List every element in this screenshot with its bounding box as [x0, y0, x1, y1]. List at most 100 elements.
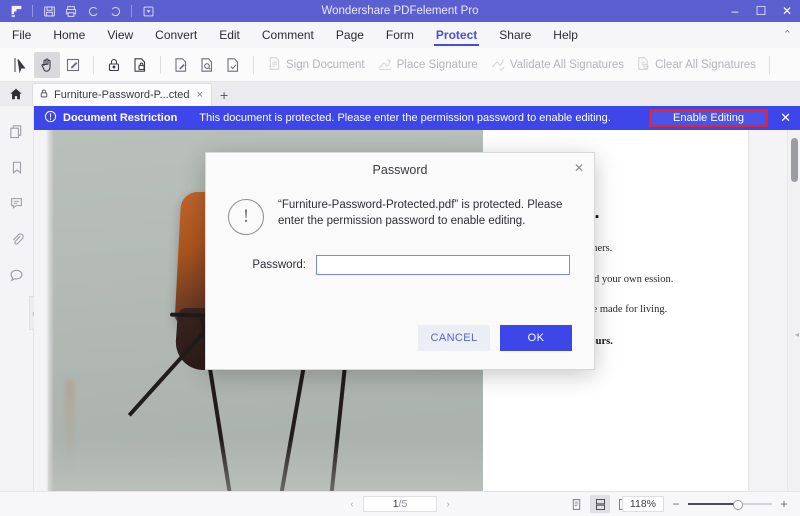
- bookmark-icon[interactable]: [6, 156, 28, 178]
- customize-quick-access-icon[interactable]: [138, 2, 158, 20]
- password-dialog-close-icon[interactable]: ✕: [574, 161, 584, 175]
- page-navigator: ‹ 1/5 ›: [345, 496, 455, 512]
- home-icon[interactable]: [0, 82, 32, 106]
- validate-all-signatures-button[interactable]: Validate All Signatures: [484, 52, 630, 78]
- restriction-title: Document Restriction: [63, 112, 177, 124]
- zoom-slider-fill: [688, 503, 736, 505]
- annotation-icon[interactable]: [6, 264, 28, 286]
- menu-item-file[interactable]: File: [0, 23, 42, 48]
- place-signature-button[interactable]: Place Signature: [371, 52, 484, 78]
- menu-item-help[interactable]: Help: [542, 23, 589, 48]
- zoom-slider-handle[interactable]: [733, 500, 743, 510]
- mark-redact-icon[interactable]: [168, 52, 194, 78]
- warning-exclamation-icon: !: [228, 199, 264, 235]
- password-input[interactable]: [316, 255, 570, 275]
- window-controls: – ☐ ✕: [722, 0, 800, 22]
- document-icon: [267, 56, 282, 74]
- edit-tool-icon[interactable]: [60, 52, 86, 78]
- quick-access-divider-1: [32, 5, 33, 17]
- photo-floor-shadow: [48, 438, 483, 492]
- page-number-field[interactable]: 1/5: [363, 496, 437, 512]
- zoom-slider[interactable]: [688, 498, 772, 510]
- menu-item-form[interactable]: Form: [375, 23, 425, 48]
- close-button[interactable]: ✕: [774, 0, 800, 22]
- redo-icon[interactable]: [105, 2, 125, 20]
- zoom-controls: 118% − +: [622, 496, 790, 512]
- validate-all-signatures-label: Validate All Signatures: [510, 59, 624, 71]
- title-bar: Wondershare PDFelement Pro – ☐ ✕: [0, 0, 800, 22]
- ok-button[interactable]: OK: [500, 325, 572, 351]
- undo-icon[interactable]: [83, 2, 103, 20]
- password-dialog-message: “Furniture-Password-Protected.pdf” is pr…: [278, 197, 574, 235]
- apply-redact-icon[interactable]: [220, 52, 246, 78]
- panel-collapse-arrow-icon[interactable]: ◂: [795, 330, 799, 339]
- clear-signature-icon: [636, 56, 651, 74]
- clear-all-signatures-label: Clear All Signatures: [655, 59, 756, 71]
- next-page-button[interactable]: ›: [441, 499, 455, 510]
- warning-circle-icon: [44, 110, 57, 126]
- collapse-ribbon-icon[interactable]: ⌃: [783, 28, 792, 41]
- print-icon[interactable]: [61, 2, 81, 20]
- maximize-button[interactable]: ☐: [748, 0, 774, 22]
- menu-item-comment[interactable]: Comment: [251, 23, 325, 48]
- clear-all-signatures-button[interactable]: Clear All Signatures: [630, 52, 762, 78]
- password-lock-icon[interactable]: [101, 52, 127, 78]
- minimize-button[interactable]: –: [722, 0, 748, 22]
- password-dialog: Password ✕ ! “Furniture-Password-Protect…: [205, 152, 595, 370]
- quick-access-divider-2: [131, 5, 132, 17]
- vertical-scrollbar[interactable]: ◂: [787, 130, 800, 492]
- password-dialog-title: Password: [206, 153, 594, 187]
- new-tab-button[interactable]: +: [212, 84, 236, 106]
- menu-item-convert[interactable]: Convert: [144, 23, 208, 48]
- app-logo-icon[interactable]: [6, 2, 26, 20]
- password-dialog-body: ! “Furniture-Password-Protected.pdf” is …: [206, 187, 594, 235]
- cancel-button[interactable]: CANCEL: [418, 325, 490, 351]
- permission-lock-icon[interactable]: [127, 52, 153, 78]
- close-tab-icon[interactable]: ×: [195, 89, 205, 101]
- document-restriction-bar: Document Restriction This document is pr…: [34, 106, 800, 130]
- zoom-level-value[interactable]: 118%: [622, 496, 664, 512]
- menu-item-edit[interactable]: Edit: [208, 23, 251, 48]
- previous-page-button[interactable]: ‹: [345, 499, 359, 510]
- menu-item-share[interactable]: Share: [488, 23, 542, 48]
- place-signature-label: Place Signature: [397, 59, 478, 71]
- menu-item-protect[interactable]: Protect: [425, 23, 488, 48]
- save-icon[interactable]: [39, 2, 59, 20]
- restriction-message: This document is protected. Please enter…: [199, 112, 611, 124]
- menu-item-page[interactable]: Page: [325, 23, 375, 48]
- password-dialog-actions: CANCEL OK: [418, 325, 572, 351]
- search-redact-icon[interactable]: [194, 52, 220, 78]
- comment-icon[interactable]: [6, 192, 28, 214]
- password-field-label: Password:: [228, 259, 306, 271]
- lock-icon: [39, 88, 49, 102]
- pdfelement-window: Wondershare PDFelement Pro – ☐ ✕ File Ho…: [0, 0, 800, 516]
- document-tab[interactable]: Furniture-Password-P...cted ×: [32, 83, 212, 106]
- vertical-scrollbar-thumb[interactable]: [791, 138, 798, 182]
- hand-tool-icon[interactable]: [34, 52, 60, 78]
- select-tool-icon[interactable]: [8, 52, 34, 78]
- tab-strip: Furniture-Password-P...cted × +: [0, 82, 800, 106]
- continuous-view-icon[interactable]: [590, 495, 610, 513]
- sign-document-label: Sign Document: [286, 59, 365, 71]
- document-tab-label: Furniture-Password-P...cted: [54, 89, 190, 101]
- thumbnails-icon[interactable]: [6, 120, 28, 142]
- status-bar: ‹ 1/5 › 118% −: [0, 491, 800, 516]
- ribbon-divider-3: [253, 56, 254, 74]
- signature-pen-icon: [377, 56, 393, 74]
- sign-document-button[interactable]: Sign Document: [261, 52, 371, 78]
- quick-access-toolbar: [0, 2, 158, 20]
- close-notification-icon[interactable]: ✕: [780, 110, 791, 126]
- ribbon-divider-1: [93, 56, 94, 74]
- menu-item-view[interactable]: View: [96, 23, 144, 48]
- zoom-in-button[interactable]: +: [778, 497, 790, 511]
- ribbon-divider-4: [769, 56, 770, 74]
- single-page-view-icon[interactable]: [566, 495, 586, 513]
- attachment-icon[interactable]: [6, 228, 28, 250]
- enable-editing-button[interactable]: Enable Editing: [649, 109, 768, 127]
- zoom-out-button[interactable]: −: [670, 497, 682, 511]
- menu-bar: File Home View Convert Edit Comment Page…: [0, 22, 800, 49]
- signature-check-icon: [490, 56, 506, 74]
- menu-item-home[interactable]: Home: [42, 23, 96, 48]
- ribbon-divider-2: [160, 56, 161, 74]
- ribbon-toolbar: Sign Document Place Signature Validate A…: [0, 48, 800, 82]
